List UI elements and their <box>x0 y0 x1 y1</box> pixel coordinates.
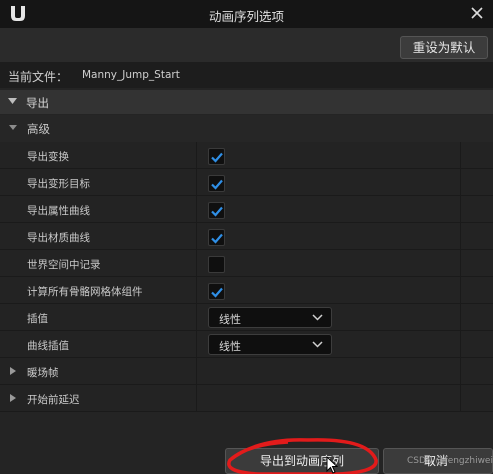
dropdown-value: 线性 <box>219 340 241 353</box>
checkmark-icon <box>211 233 223 244</box>
column-divider <box>196 142 197 412</box>
chevron-down-icon <box>312 314 323 321</box>
option-row-record-in-world-space: 世界空间中记录 <box>0 250 493 277</box>
red-annotation-circle <box>227 438 378 474</box>
caret-right-icon <box>10 367 16 375</box>
record-in-world-space-checkbox[interactable] <box>208 256 225 273</box>
option-row-curve-interpolation: 曲线插值 线性 <box>0 331 493 358</box>
group-label: 暖场帧 <box>27 367 59 379</box>
curve-interpolation-dropdown[interactable]: 线性 <box>208 334 332 355</box>
option-label: 导出变形目标 <box>27 178 90 190</box>
section-export-label: 导出 <box>26 96 49 110</box>
option-row-evaluate-all-skeletal-mesh-components: 计算所有骨骼网格体组件 <box>0 277 493 304</box>
export-morph-targets-checkbox[interactable] <box>208 175 225 192</box>
interpolation-dropdown[interactable]: 线性 <box>208 307 332 328</box>
close-icon[interactable] <box>467 3 487 23</box>
option-label: 计算所有骨骼网格体组件 <box>27 286 143 298</box>
chevron-down-icon <box>312 341 323 348</box>
title-bar: 动画序列选项 <box>0 0 493 28</box>
toolbar: 重设为默认 <box>0 28 493 62</box>
checkmark-icon <box>211 179 223 190</box>
caret-down-icon <box>9 125 17 130</box>
dropdown-value: 线性 <box>219 313 241 326</box>
option-label: 世界空间中记录 <box>27 259 101 271</box>
evaluate-all-skeletal-mesh-components-checkbox[interactable] <box>208 283 225 300</box>
option-label: 插值 <box>27 313 48 325</box>
group-label: 开始前延迟 <box>27 394 80 406</box>
option-label: 导出变换 <box>27 151 69 163</box>
section-export-header[interactable]: 导出 <box>0 90 493 114</box>
option-label: 曲线插值 <box>27 340 69 352</box>
caret-right-icon <box>10 394 16 402</box>
column-divider <box>460 142 461 412</box>
checkmark-icon <box>211 287 223 298</box>
option-row-export-morph-targets: 导出变形目标 <box>0 169 493 196</box>
option-row-interpolation: 插值 线性 <box>0 304 493 331</box>
group-warmup-frames[interactable]: 暖场帧 <box>0 358 493 385</box>
caret-down-icon <box>8 98 17 104</box>
export-transforms-checkbox[interactable] <box>208 148 225 165</box>
checkmark-icon <box>211 206 223 217</box>
dialog-footer: 导出到动画序列 取消 CSDN @fengzhiwei <box>0 412 493 474</box>
option-row-export-attribute-curves: 导出属性曲线 <box>0 196 493 223</box>
current-file-name: Manny_Jump_Start <box>82 69 180 81</box>
current-file-label: 当前文件： <box>8 70 69 84</box>
window-title: 动画序列选项 <box>208 9 284 24</box>
option-row-export-transforms: 导出变换 <box>0 142 493 169</box>
export-attribute-curves-checkbox[interactable] <box>208 202 225 219</box>
option-label: 导出材质曲线 <box>27 232 90 244</box>
export-material-curves-checkbox[interactable] <box>208 229 225 246</box>
watermark-text: CSDN @fengzhiwei <box>407 456 493 466</box>
checkmark-icon <box>211 152 223 163</box>
section-advanced-label: 高级 <box>27 122 50 136</box>
current-file-bar: 当前文件： Manny_Jump_Start <box>0 62 493 88</box>
reset-to-default-button[interactable]: 重设为默认 <box>400 36 488 59</box>
option-label: 导出属性曲线 <box>27 205 90 217</box>
mouse-cursor-icon <box>326 456 338 474</box>
option-row-export-material-curves: 导出材质曲线 <box>0 223 493 250</box>
group-delay-before-start[interactable]: 开始前延迟 <box>0 385 493 412</box>
section-advanced-header[interactable]: 高级 <box>0 115 493 142</box>
